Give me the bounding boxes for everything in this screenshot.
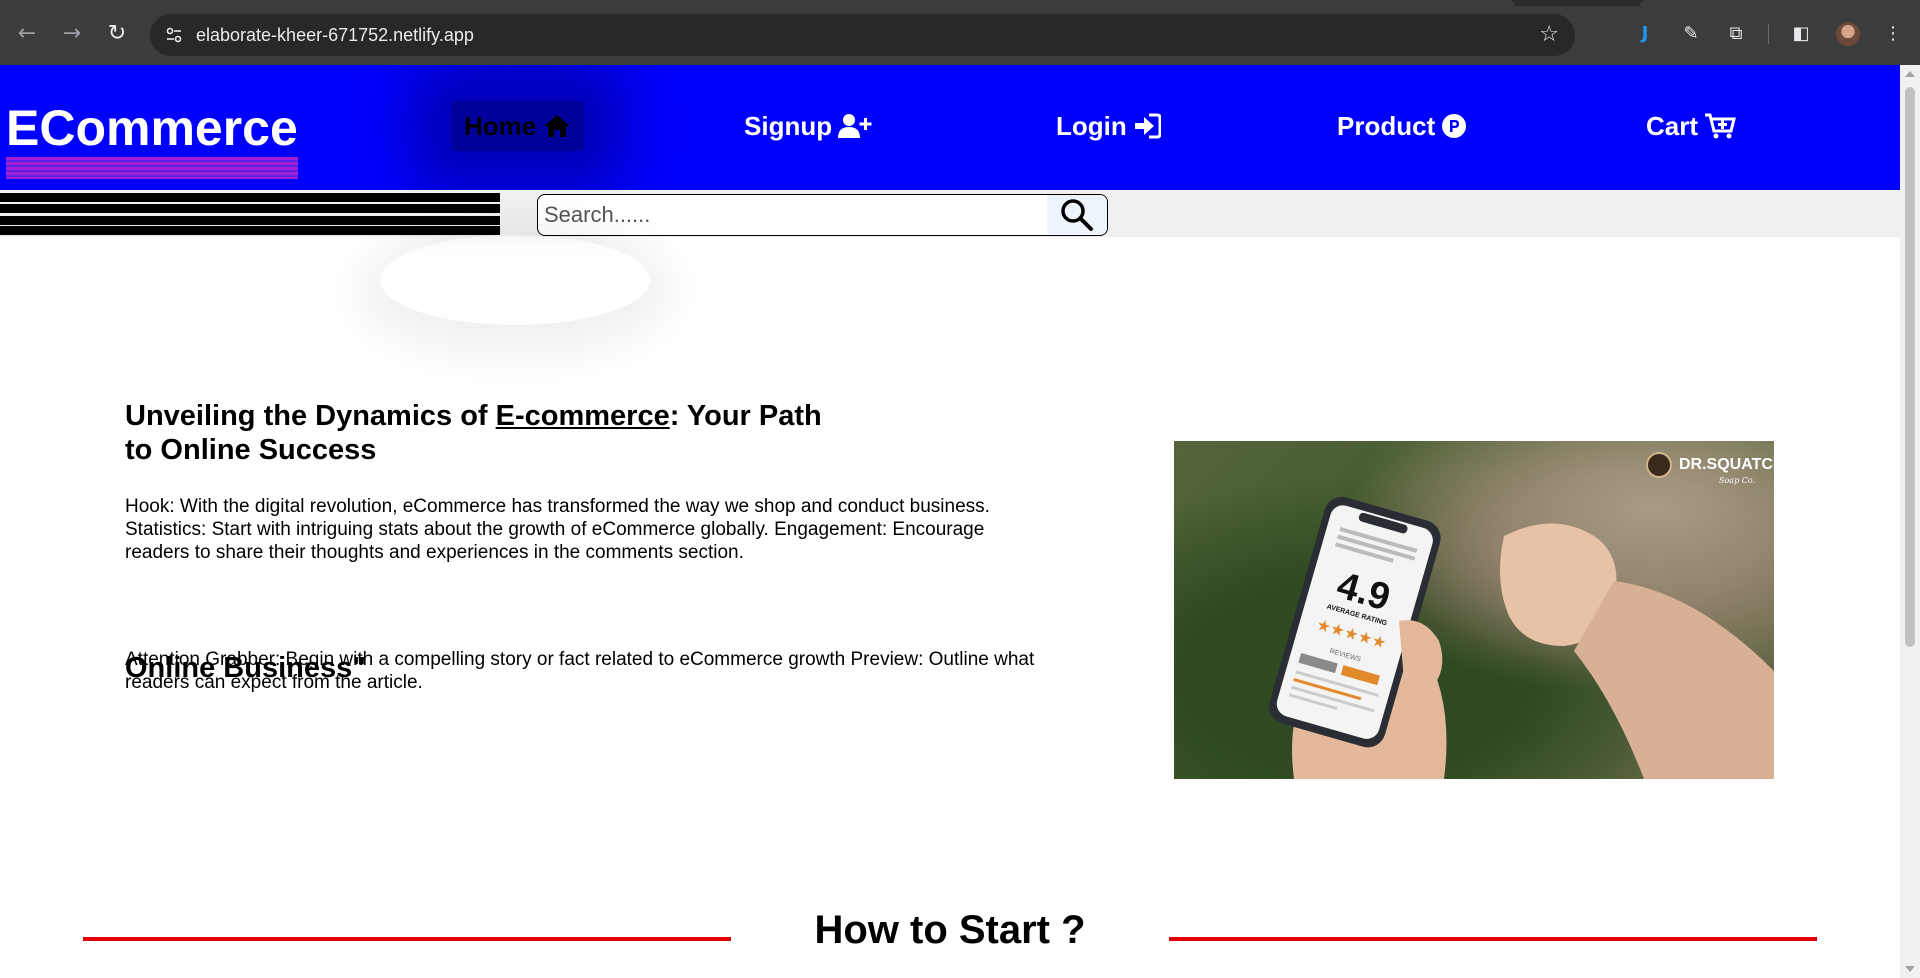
nav-signup-label: Signup: [744, 111, 833, 141]
tab-strip-right: [1640, 0, 1920, 6]
phone-review-illustration: 4.9 AVERAGE RATING ★★★★★ REVIEWS DR.SQUA…: [1174, 441, 1774, 779]
hero-title: Unveiling the Dynamics of E-commerce: Yo…: [125, 399, 825, 467]
eyedropper-icon[interactable]: ✎: [1678, 21, 1704, 47]
nav-product-link[interactable]: Product: [1337, 101, 1467, 151]
section-title: How to Start ?: [814, 908, 1086, 952]
nav-login-label: Login: [1056, 111, 1127, 141]
side-panel-icon[interactable]: ◧: [1788, 21, 1814, 47]
browser-chrome: ← → ↻ elaborate-kheer-671752.netlify.app…: [0, 0, 1920, 65]
sign-in-icon: [1134, 113, 1161, 139]
logo-text: ECommerce: [6, 100, 298, 156]
decorative-shadow: [380, 235, 650, 325]
nav-signup-link[interactable]: Signup: [744, 101, 872, 151]
scroll-down-arrow[interactable]: [1905, 966, 1915, 972]
section-divider-right: [1169, 937, 1817, 941]
hamburger-lines-icon[interactable]: [0, 193, 500, 235]
hero-title-prefix: Unveiling the Dynamics of: [125, 400, 496, 432]
hero-image: 4.9 AVERAGE RATING ★★★★★ REVIEWS DR.SQUA…: [1174, 441, 1774, 779]
site-logo[interactable]: ECommerce: [6, 99, 298, 179]
nav-home-label: Home: [464, 111, 537, 141]
toolbar-divider: [1768, 24, 1769, 44]
search-box: [537, 194, 1108, 236]
forward-button[interactable]: →: [58, 20, 86, 48]
page-scrollbar[interactable]: [1900, 65, 1920, 978]
nav-login-link[interactable]: Login: [1056, 101, 1161, 151]
page-viewport: ECommerce Home Signup Login Product Cart…: [0, 65, 1900, 978]
tab-strip: [0, 0, 1920, 6]
nav-cart-link[interactable]: Cart: [1646, 101, 1736, 151]
ecommerce-link[interactable]: E-commerce: [496, 400, 670, 432]
bookmark-star-icon[interactable]: ☆: [1539, 22, 1559, 48]
cart-icon: [1705, 113, 1736, 139]
search-icon: [1061, 198, 1093, 231]
nav-home-link[interactable]: Home: [452, 101, 585, 151]
nav-cart-label: Cart: [1646, 111, 1699, 141]
profile-avatar[interactable]: [1836, 22, 1860, 46]
image-brand-sub: Soap Co.: [1719, 476, 1755, 485]
site-header: ECommerce Home Signup Login Product Cart: [0, 65, 1900, 190]
hero-paragraph-2: Attention Grabber: Begin with a compelli…: [125, 649, 1035, 693]
scroll-up-arrow[interactable]: [1905, 71, 1915, 77]
logo-underline-bar: [6, 157, 298, 179]
url-text[interactable]: elaborate-kheer-671752.netlify.app: [196, 25, 474, 45]
nav-product-label: Product: [1337, 111, 1436, 141]
product-p-icon: [1442, 114, 1467, 138]
home-icon: [544, 115, 571, 137]
back-button[interactable]: ←: [13, 20, 41, 48]
search-bar-strip: [0, 190, 1900, 237]
search-input[interactable]: [544, 195, 1044, 234]
section-divider-left: [83, 937, 731, 941]
image-brand: DR.SQUATCH: [1679, 456, 1774, 473]
hero-paragraph-1: Hook: With the digital revolution, eComm…: [125, 496, 990, 563]
reload-button[interactable]: ↻: [103, 20, 131, 48]
scrollbar-thumb[interactable]: [1905, 87, 1915, 647]
site-settings-icon[interactable]: [164, 25, 184, 45]
address-bar[interactable]: elaborate-kheer-671752.netlify.app ☆: [150, 14, 1575, 56]
extension-icon[interactable]: J: [1632, 21, 1658, 47]
search-button[interactable]: [1047, 195, 1107, 234]
menu-kebab-icon[interactable]: ⋮: [1880, 21, 1906, 47]
active-tab[interactable]: [0, 0, 1515, 6]
extensions-puzzle-icon[interactable]: ⧉: [1723, 21, 1749, 47]
user-plus-icon: [838, 114, 872, 138]
